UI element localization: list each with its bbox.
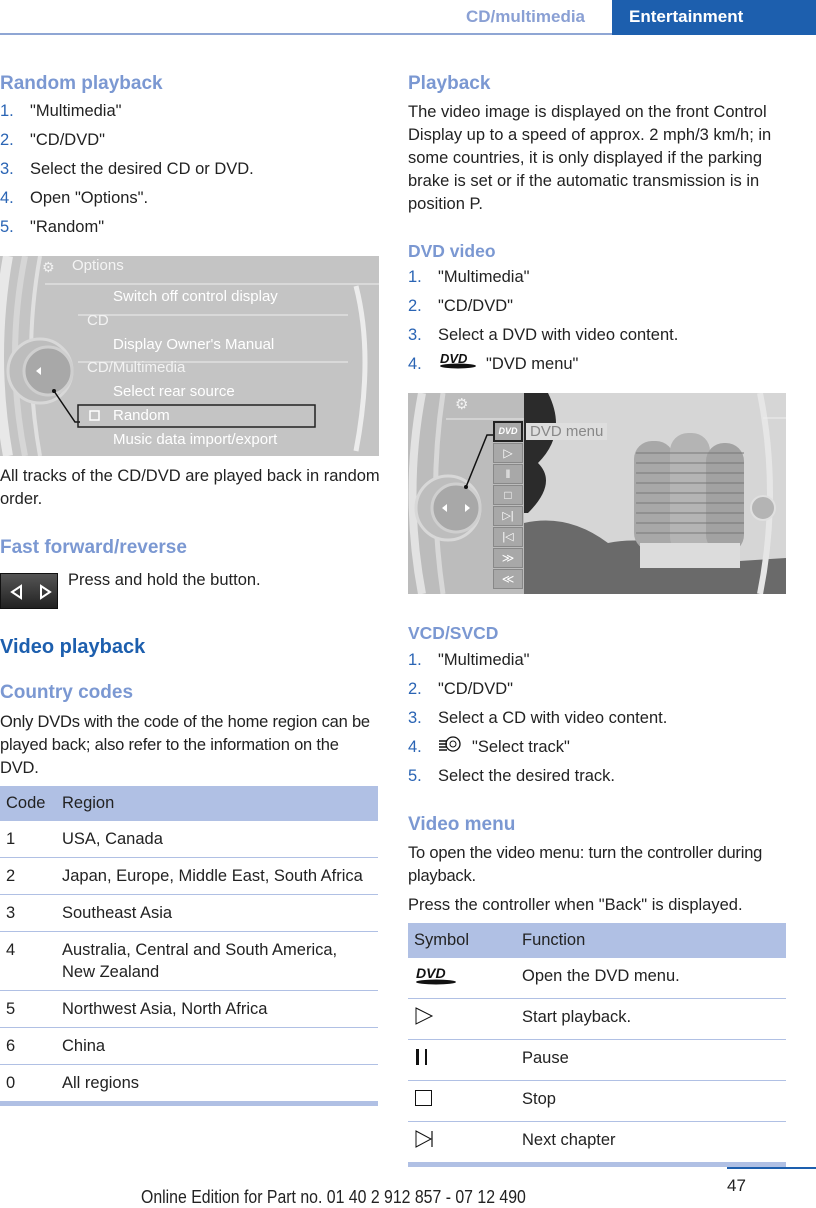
pause-icon — [408, 1039, 516, 1081]
table-row: DVD Open the DVD menu. — [408, 958, 786, 999]
pause-button[interactable]: ǁ — [493, 464, 523, 484]
seek-back-icon — [10, 584, 22, 600]
table-row: 6 China — [0, 1027, 378, 1065]
table-row: 5 Northwest Asia, North Africa — [0, 990, 378, 1028]
random-description: All tracks of the CD/DVD are played back… — [0, 467, 380, 508]
column-header: Function — [516, 923, 786, 958]
menu-item-random[interactable]: Random — [113, 407, 170, 424]
random-playback-steps: 1. "Multimedia" 2. "CD/DVD" 3. Select the d… — [0, 97, 380, 242]
step: 5. Select the desired track. — [408, 767, 616, 785]
step: 2. "CD/DVD" — [0, 131, 105, 149]
dvd-icon: DVD — [408, 958, 516, 999]
step: 5. "Random" — [0, 218, 105, 236]
options-menu-screenshot: ⚙ Options Switch off control display CD … — [0, 256, 379, 456]
random-playback-heading: Random playback — [0, 73, 163, 94]
column-header: Code — [0, 786, 56, 821]
step: 3. Select a CD with video content. — [408, 709, 668, 727]
controller-graphic — [0, 256, 379, 456]
dvd-menu-tooltip: DVD menu — [526, 423, 608, 440]
header-rule — [0, 33, 612, 35]
previous-chapter-button[interactable]: |◁ — [493, 527, 523, 547]
next-chapter-icon — [408, 1121, 516, 1167]
step: 2. "CD/DVD" — [408, 680, 513, 698]
table-row: 3 Southeast Asia — [0, 894, 378, 932]
column-header: Region — [56, 786, 378, 821]
stop-icon — [408, 1080, 516, 1122]
seek-button — [0, 573, 58, 609]
menu-item[interactable]: Switch off control display — [113, 288, 278, 305]
table-row: 4 Australia, Central and South America, N… — [0, 931, 378, 991]
dvd-menu-button[interactable]: DVD — [493, 421, 523, 442]
dvd-menu-screenshot: ⚙ DVD ▷ ǁ □ ▷| |◁ ≫ ≪ DVD menu — [408, 393, 786, 594]
fast-forward-button[interactable]: ≫ — [493, 548, 523, 568]
options-title: Options — [72, 257, 124, 274]
section-title: CD/multimedia — [466, 7, 586, 26]
video-playback-heading: Video playback — [0, 636, 146, 658]
table-header-row: Symbol Function — [408, 923, 786, 958]
table-row: 2 Japan, Europe, Middle East, South Afric… — [0, 857, 378, 895]
table-row: 1 USA, Canada — [0, 821, 378, 858]
play-icon — [408, 998, 516, 1040]
table-row: Pause — [408, 1039, 786, 1081]
step: 1. "Multimedia" — [408, 651, 530, 669]
menu-group: CD/Multimedia — [87, 359, 186, 376]
country-codes-table: Code Region 1 USA, Canada 2 Japan, Europe,… — [0, 786, 378, 1106]
playback-text: The video image is displayed on the fron… — [408, 103, 772, 213]
next-chapter-button[interactable]: ▷| — [493, 506, 523, 526]
table-row: Start playback. — [408, 998, 786, 1040]
country-codes-heading: Country codes — [0, 682, 134, 703]
menu-item[interactable]: Select rear source — [113, 383, 235, 400]
fast-forward-heading: Fast forward/reverse — [0, 537, 187, 558]
vcd-steps: 1. "Multimedia" 2. "CD/DVD" 3. Select a CD … — [408, 646, 786, 791]
play-button[interactable]: ▷ — [493, 443, 523, 463]
video-menu-heading: Video menu — [408, 814, 516, 835]
vcd-heading: VCD/SVCD — [408, 623, 499, 643]
step: 4. "Select track" — [408, 733, 786, 762]
step: 3. Select the desired CD or DVD. — [0, 160, 254, 178]
dvd-control-buttons: DVD ▷ ǁ □ ▷| |◁ ≫ ≪ — [493, 421, 523, 589]
svg-text:DVD: DVD — [416, 965, 446, 981]
step: 4. DVD "DVD menu" — [408, 350, 786, 379]
select-track-icon — [438, 733, 464, 762]
stop-button[interactable]: □ — [493, 485, 523, 505]
settings-icon: ⚙ — [455, 396, 469, 413]
table-header-row: Code Region — [0, 786, 378, 821]
footer-rule — [727, 1167, 816, 1169]
column-header: Symbol — [408, 923, 516, 958]
options-icon: ⚙ — [42, 259, 55, 275]
dvd-video-heading: DVD video — [408, 241, 496, 261]
dvd-icon: DVD — [438, 350, 478, 379]
fast-forward-text: Press and hold the button. — [68, 571, 261, 589]
table-row: Stop — [408, 1080, 786, 1122]
random-playback-section: Random playback 1. "Multimedia" 2. "CD/DVD… — [0, 72, 380, 242]
seek-forward-icon — [40, 584, 52, 600]
video-menu-text-2: Press the controller when "Back" is disp… — [408, 896, 743, 914]
video-menu-text-1: To open the video menu: turn the control… — [408, 844, 763, 885]
table-row: 0 All regions — [0, 1064, 378, 1106]
dvd-video-steps: 1. "Multimedia" 2. "CD/DVD" 3. Select a DVD… — [408, 263, 786, 379]
rewind-button[interactable]: ≪ — [493, 569, 523, 589]
page-number: 47 — [727, 1176, 746, 1195]
step: 3. Select a DVD with video content. — [408, 326, 679, 344]
edition-footer: Online Edition for Part no. 01 40 2 912 … — [141, 1187, 526, 1207]
step: 2. "CD/DVD" — [408, 297, 513, 315]
table-row: Next chapter — [408, 1121, 786, 1167]
playback-heading: Playback — [408, 73, 491, 94]
menu-item[interactable]: Display Owner's Manual — [113, 336, 274, 353]
step: 1. "Multimedia" — [408, 268, 530, 286]
video-menu-table: Symbol Function DVD Open the DVD menu. S… — [408, 923, 786, 1167]
step: 1. "Multimedia" — [0, 102, 122, 120]
menu-group: CD — [87, 312, 109, 329]
country-codes-text: Only DVDs with the code of the home regi… — [0, 713, 370, 777]
menu-item[interactable]: Music data import/export — [113, 431, 277, 448]
step: 4. Open "Options". — [0, 189, 149, 207]
chapter-tab: Entertainment — [612, 0, 816, 35]
